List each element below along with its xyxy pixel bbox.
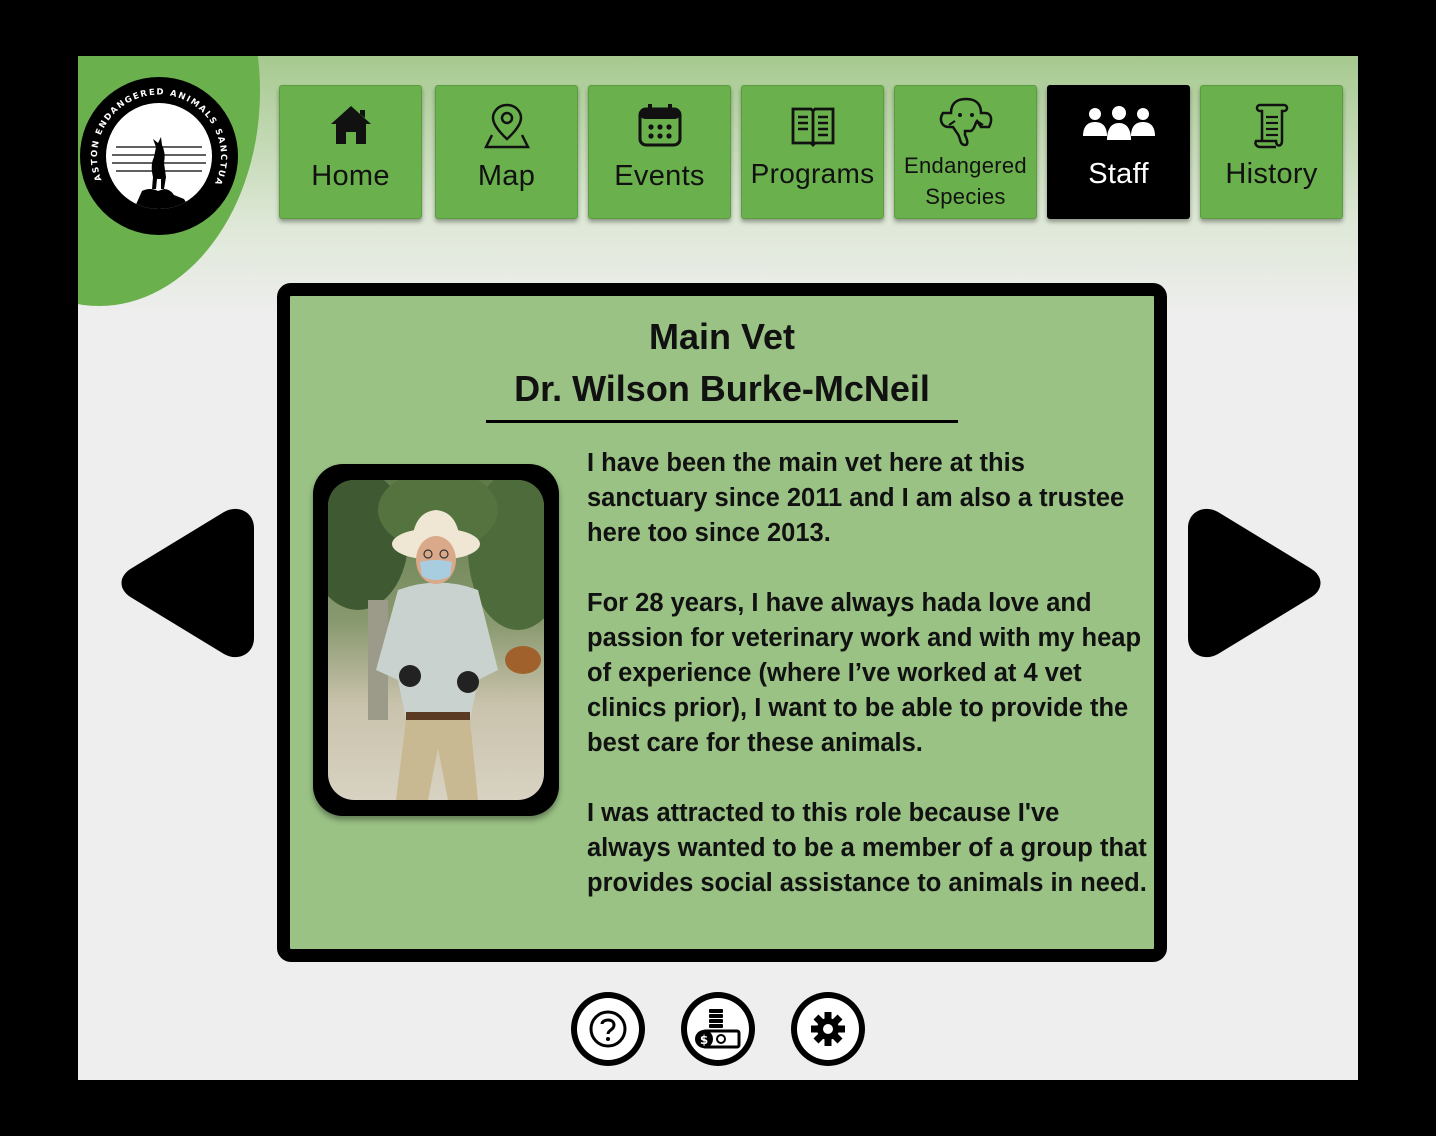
settings-icon xyxy=(811,1012,845,1046)
staff-role: Main Vet xyxy=(648,316,796,357)
wolf-icon xyxy=(112,137,206,209)
sanctuary-logo[interactable]: ASTON ENDANGERED ANIMALS SANCTUARY xyxy=(80,77,238,235)
donate-button[interactable]: $ xyxy=(681,992,755,1066)
calendar-icon xyxy=(637,100,683,150)
staff-icon xyxy=(1080,100,1158,150)
nav-programs-button[interactable]: Programs xyxy=(741,85,884,219)
nav-staff-button[interactable]: Staff xyxy=(1047,85,1190,219)
nav-events-label: Events xyxy=(614,160,705,192)
staff-name: Dr. Wilson Burke-McNeil xyxy=(514,368,930,409)
staff-bio: I have been the main vet here at this sa… xyxy=(587,446,1147,936)
nav-programs-label: Programs xyxy=(750,158,875,189)
logo-emblem xyxy=(106,103,212,209)
staff-photo-frame xyxy=(313,464,559,816)
title-divider xyxy=(486,420,958,423)
elephant-icon xyxy=(937,96,995,147)
nav-endangered-species-button[interactable]: Endangered Species xyxy=(894,85,1037,219)
next-staff-arrow[interactable] xyxy=(1188,506,1324,664)
help-icon xyxy=(589,1010,627,1048)
donate-icon: $ xyxy=(695,1009,741,1049)
previous-staff-arrow[interactable] xyxy=(118,506,254,664)
bio-paragraph: For 28 years, I have always hada love an… xyxy=(587,589,1142,757)
bio-paragraph: I was attracted to this role because I'v… xyxy=(587,799,1147,897)
help-button[interactable] xyxy=(571,992,645,1066)
nav-events-button[interactable]: Events xyxy=(588,85,731,219)
sanctuary-screen: ASTON ENDANGERED ANIMALS SANCTUARY Home xyxy=(78,56,1358,1080)
book-icon xyxy=(789,100,837,150)
nav-home-label: Home xyxy=(311,160,390,192)
map-pin-icon xyxy=(483,100,530,150)
nav-history-button[interactable]: History xyxy=(1200,85,1343,219)
nav-history-label: History xyxy=(1225,158,1318,190)
nav-endangered-species-label: Endangered Species xyxy=(904,150,1027,212)
staff-photo xyxy=(328,480,544,800)
bio-paragraph: I have been the main vet here at this sa… xyxy=(587,449,1125,547)
nav-endangered-line2: Species xyxy=(925,184,1006,209)
arrow-left-icon xyxy=(121,508,254,658)
home-icon xyxy=(329,100,373,150)
nav-endangered-line1: Endangered xyxy=(904,153,1027,178)
arrow-right-icon xyxy=(1188,508,1321,658)
nav-staff-label: Staff xyxy=(1088,158,1149,190)
nav-map-label: Map xyxy=(477,160,536,192)
settings-button[interactable] xyxy=(791,992,865,1066)
svg-text:$: $ xyxy=(700,1033,708,1047)
nav-map-button[interactable]: Map xyxy=(435,85,578,219)
staff-profile-card: Main Vet Dr. Wilson Burke-McNeil I have … xyxy=(277,283,1167,962)
nav-home-button[interactable]: Home xyxy=(279,85,422,219)
scroll-icon xyxy=(1252,100,1292,150)
